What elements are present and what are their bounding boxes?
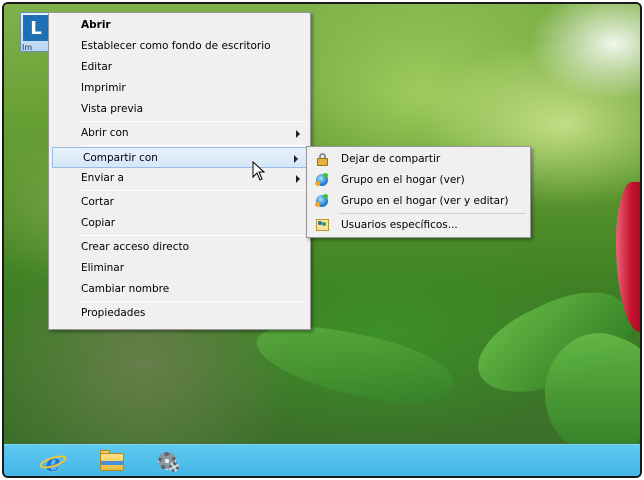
- homegroup-icon: [315, 194, 329, 208]
- menu-item-abrir-con[interactable]: Abrir con: [51, 123, 308, 144]
- share-submenu: Dejar de compartir Grupo en el hogar (ve…: [306, 146, 531, 238]
- submenu-arrow-icon: [296, 130, 300, 138]
- homegroup-icon: [315, 173, 329, 187]
- taskbar-file-explorer-button[interactable]: [94, 449, 128, 475]
- submenu-item-grupo-hogar-ver[interactable]: Grupo en el hogar (ver): [309, 170, 528, 191]
- image-file-icon: L: [23, 15, 49, 41]
- submenu-item-grupo-hogar-ver-editar[interactable]: Grupo en el hogar (ver y editar): [309, 191, 528, 212]
- submenu-item-label: Dejar de compartir: [341, 153, 441, 165]
- desktop-background[interactable]: L Im Abrir Establecer como fondo de escr…: [4, 4, 640, 470]
- mouse-cursor-icon: [252, 161, 266, 181]
- menu-item-abrir[interactable]: Abrir: [51, 15, 308, 36]
- taskbar-internet-explorer-button[interactable]: e: [36, 448, 70, 476]
- menu-item-copiar[interactable]: Copiar: [51, 213, 308, 234]
- small-gear-icon: [169, 462, 179, 472]
- submenu-item-label: Grupo en el hogar (ver y editar): [341, 195, 509, 207]
- menu-item-vista-previa[interactable]: Vista previa: [51, 99, 308, 120]
- menu-separator: [81, 301, 306, 302]
- menu-item-cambiar-nombre[interactable]: Cambiar nombre: [51, 279, 308, 300]
- users-icon: [315, 218, 329, 232]
- submenu-item-label: Usuarios específicos...: [341, 219, 458, 231]
- submenu-arrow-icon: [294, 155, 298, 163]
- menu-item-crear-acceso-directo[interactable]: Crear acceso directo: [51, 237, 308, 258]
- submenu-item-label: Grupo en el hogar (ver): [341, 174, 465, 186]
- menu-item-cortar[interactable]: Cortar: [51, 192, 308, 213]
- menu-separator: [339, 213, 526, 214]
- menu-item-establecer-fondo[interactable]: Establecer como fondo de escritorio: [51, 36, 308, 57]
- menu-item-propiedades[interactable]: Propiedades: [51, 303, 308, 324]
- screen-frame: L Im Abrir Establecer como fondo de escr…: [2, 2, 642, 478]
- menu-item-label: Abrir con: [81, 127, 129, 139]
- submenu-item-dejar-de-compartir[interactable]: Dejar de compartir: [309, 149, 528, 170]
- folder-band-icon: [101, 461, 123, 465]
- submenu-item-usuarios-especificos[interactable]: Usuarios específicos...: [309, 215, 528, 236]
- taskbar: e: [4, 444, 640, 476]
- menu-separator: [81, 235, 306, 236]
- menu-item-editar[interactable]: Editar: [51, 57, 308, 78]
- menu-item-label: Compartir con: [83, 152, 158, 164]
- menu-separator: [81, 190, 306, 191]
- context-menu: Abrir Establecer como fondo de escritori…: [48, 12, 311, 330]
- desktop-icon-label: Im: [22, 43, 33, 52]
- menu-item-eliminar[interactable]: Eliminar: [51, 258, 308, 279]
- submenu-arrow-icon: [296, 175, 300, 183]
- taskbar-settings-button[interactable]: [150, 449, 184, 475]
- menu-item-enviar-a[interactable]: Enviar a: [51, 168, 308, 189]
- menu-item-compartir-con[interactable]: Compartir con: [52, 147, 307, 168]
- menu-item-imprimir[interactable]: Imprimir: [51, 78, 308, 99]
- menu-item-label: Enviar a: [81, 172, 124, 184]
- menu-separator: [81, 121, 306, 122]
- menu-separator: [81, 145, 306, 146]
- lock-icon: [315, 152, 329, 166]
